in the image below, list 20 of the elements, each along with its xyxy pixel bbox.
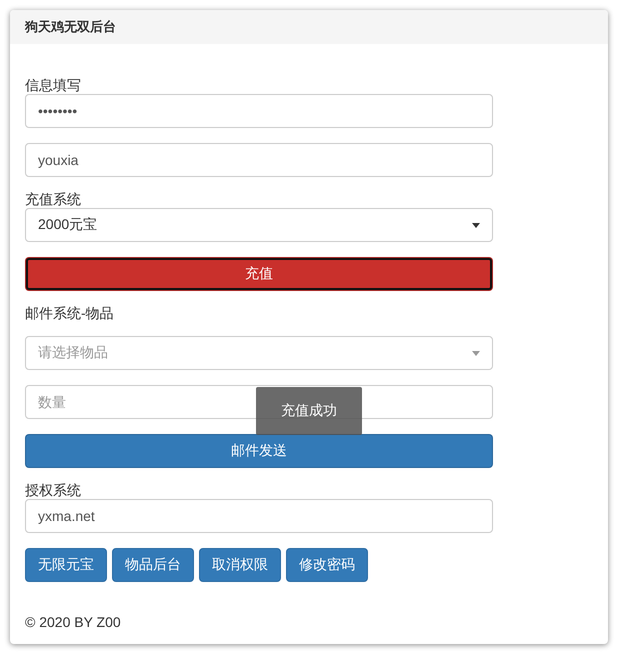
submit-button[interactable]: 充值	[25, 257, 493, 291]
caret-icon	[472, 222, 480, 228]
select-field[interactable]: 2000元宝	[25, 208, 493, 242]
input-field[interactable]: ••••••••	[25, 94, 493, 128]
action-button[interactable]: 物品后台	[112, 548, 194, 582]
panel-title: 狗天鸡无双后台	[10, 10, 608, 44]
action-button[interactable]: 取消权限	[199, 548, 281, 582]
footer-text: © 2020 BY Z00	[25, 614, 122, 630]
action-button[interactable]: 修改密码	[286, 548, 368, 582]
input-field[interactable]: yxma.net	[25, 499, 493, 533]
toast-message: 充值成功	[256, 387, 362, 435]
field-label: 充值系统	[25, 192, 82, 207]
field-label: 授权系统	[25, 483, 82, 498]
action-button[interactable]: 无限元宝	[25, 548, 107, 582]
select-field[interactable]: 请选择物品	[25, 336, 493, 370]
section-label: 邮件系统-物品	[25, 306, 115, 321]
caret-icon	[472, 350, 480, 356]
input-field[interactable]: youxia	[25, 143, 493, 177]
submit-button[interactable]: 邮件发送	[25, 434, 493, 468]
field-label: 信息填写	[25, 78, 82, 93]
